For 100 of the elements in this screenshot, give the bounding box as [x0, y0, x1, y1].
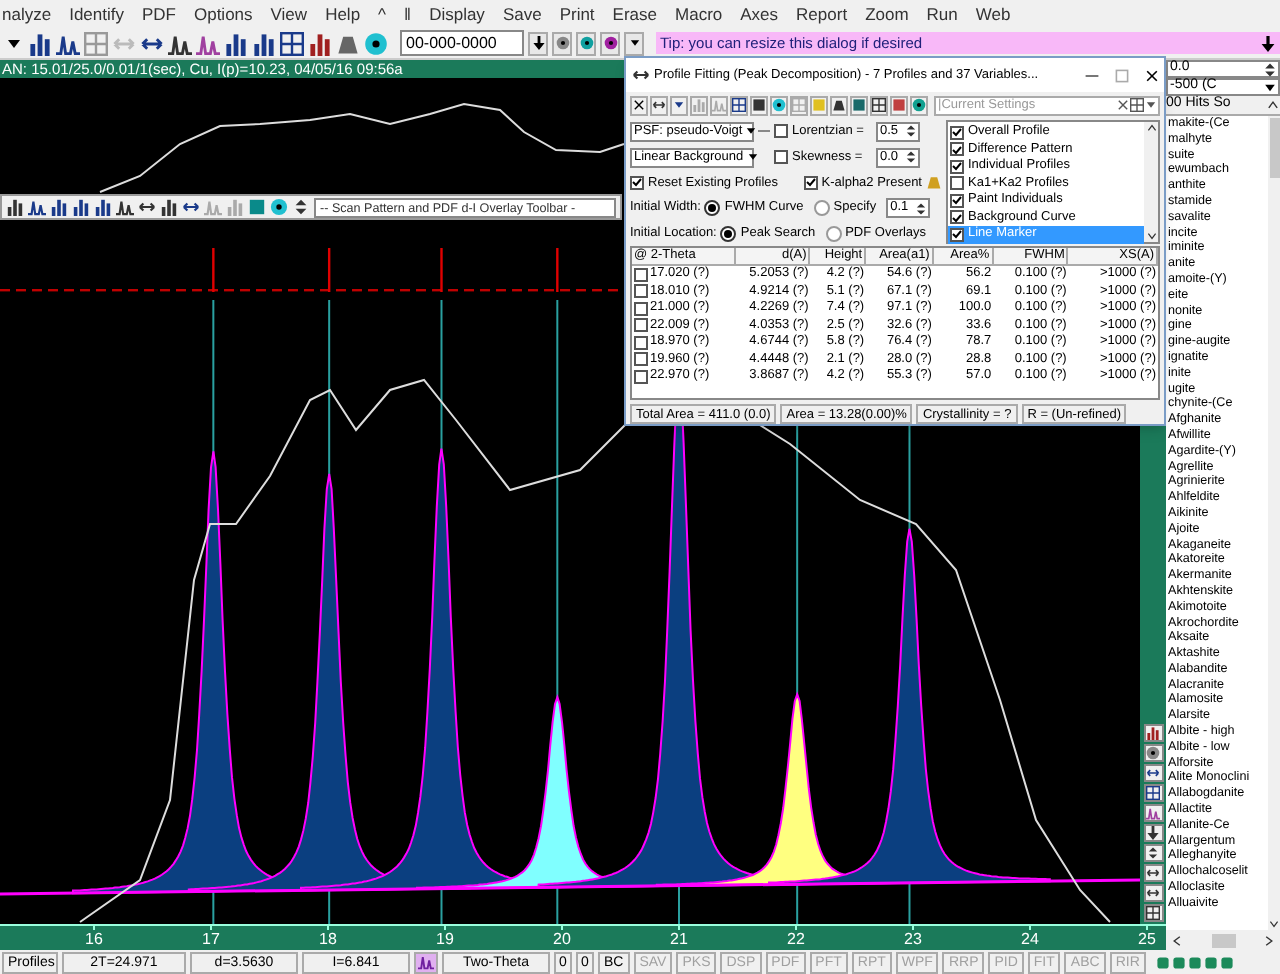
- toolbar-button[interactable]: [650, 95, 668, 115]
- toolbar-button[interactable]: [552, 31, 572, 55]
- checkbox[interactable]: [774, 150, 788, 165]
- checkbox[interactable]: [950, 210, 964, 225]
- checkbox[interactable]: [634, 369, 648, 384]
- peaks-icon: [418, 954, 434, 970]
- menu-item[interactable]: Zoom: [865, 1, 909, 27]
- caret-icon[interactable]: [1144, 98, 1158, 112]
- checkbox[interactable]: [950, 176, 964, 191]
- menu-item[interactable]: Help: [325, 1, 361, 27]
- menu-item[interactable]: View: [270, 1, 308, 27]
- menu-item[interactable]: Macro: [675, 1, 723, 27]
- toolbar-button[interactable]: [1143, 764, 1163, 782]
- menu-item[interactable]: Axes: [740, 1, 779, 27]
- toolbar-button[interactable]: [830, 95, 848, 115]
- spinner-arrows-icon[interactable]: [292, 198, 310, 216]
- checkbox[interactable]: [950, 227, 964, 242]
- menu-item[interactable]: Run: [926, 1, 958, 27]
- checkbox[interactable]: [950, 142, 964, 157]
- toolbar-button[interactable]: [1143, 844, 1163, 862]
- peaks-icon[interactable]: [116, 198, 134, 216]
- toolbar-button[interactable]: [1143, 904, 1163, 922]
- checkbox[interactable]: [630, 175, 644, 190]
- checkbox[interactable]: [634, 352, 648, 367]
- down-arrow-icon[interactable]: [1260, 35, 1276, 51]
- menu-item[interactable]: Erase: [612, 1, 658, 27]
- bar-chart-icon[interactable]: [72, 198, 90, 216]
- checkbox[interactable]: [950, 125, 964, 140]
- menu-item[interactable]: Identify: [69, 1, 124, 27]
- peaks-icon[interactable]: [56, 31, 80, 55]
- double-arrow-icon: [1146, 886, 1160, 900]
- bar-chart-icon[interactable]: [28, 31, 52, 55]
- checkbox[interactable]: [950, 193, 964, 208]
- peaks-icon[interactable]: [196, 31, 220, 55]
- spinner-arrows-icon[interactable]: [1262, 61, 1278, 77]
- menu-item[interactable]: nalyze: [2, 1, 52, 27]
- toolbar-button[interactable]: [630, 95, 648, 115]
- bar-chart-icon[interactable]: [50, 198, 68, 216]
- toolbar-button[interactable]: [1143, 744, 1163, 762]
- menu-item[interactable]: ^: [378, 1, 387, 27]
- scrollbar-thumb[interactable]: [1269, 118, 1279, 178]
- menu-item[interactable]: Options: [193, 1, 253, 27]
- checkbox[interactable]: [803, 175, 818, 190]
- menu-item[interactable]: Web: [975, 1, 1011, 27]
- checkbox[interactable]: [634, 318, 648, 333]
- bar-chart-icon[interactable]: [6, 198, 24, 216]
- menu-item[interactable]: Display: [429, 1, 485, 27]
- toolbar-button[interactable]: [1143, 864, 1163, 882]
- scrollbar-thumb[interactable]: [1211, 933, 1235, 947]
- menu-item[interactable]: ‖: [404, 1, 412, 27]
- menu-item[interactable]: PDF: [141, 1, 176, 27]
- toolbar-button[interactable]: [1143, 724, 1163, 742]
- horizontal-scrollbar[interactable]: [1166, 930, 1280, 950]
- checkbox[interactable]: [634, 301, 648, 316]
- toolbar-button[interactable]: [1143, 784, 1163, 802]
- right-caret-icon[interactable]: [1262, 933, 1276, 947]
- checkbox[interactable]: [950, 159, 964, 174]
- circle-icon[interactable]: [364, 31, 388, 55]
- left-caret-icon[interactable]: [1170, 933, 1184, 947]
- spinner-arrows-icon: [1146, 846, 1160, 860]
- toolbar-button[interactable]: [600, 31, 620, 55]
- bar-chart-icon[interactable]: [224, 31, 248, 55]
- double-arrow-icon[interactable]: [138, 198, 156, 216]
- pdf-number-field[interactable]: 00-000-0000: [400, 30, 524, 56]
- checkbox[interactable]: [774, 124, 788, 139]
- bar-chart-icon[interactable]: [160, 198, 178, 216]
- bar-chart-icon[interactable]: [252, 31, 276, 55]
- toolbar-button[interactable]: [870, 95, 888, 115]
- toolbar-button[interactable]: [528, 31, 548, 55]
- toolbar-button[interactable]: [910, 95, 928, 115]
- menu-item[interactable]: Print: [559, 1, 595, 27]
- peaks-icon[interactable]: [168, 31, 192, 55]
- toolbar-button[interactable]: [1143, 884, 1163, 902]
- checkbox[interactable]: [634, 284, 648, 299]
- radio-button[interactable]: [720, 226, 737, 243]
- double-arrow-icon[interactable]: [182, 198, 200, 216]
- menu-item[interactable]: Report: [796, 1, 848, 27]
- circle-icon[interactable]: [270, 198, 288, 216]
- peaks-icon[interactable]: [28, 198, 46, 216]
- checkbox[interactable]: [634, 335, 648, 350]
- grid-icon[interactable]: [1130, 98, 1144, 112]
- toolbar-button[interactable]: [730, 95, 748, 115]
- peaks-button[interactable]: [414, 951, 438, 973]
- close-icon[interactable]: [1116, 98, 1130, 112]
- bar-chart-icon[interactable]: [308, 31, 332, 55]
- down-caret-icon[interactable]: [1268, 918, 1280, 930]
- bar-chart-icon[interactable]: [94, 198, 112, 216]
- square-icon[interactable]: [248, 198, 266, 216]
- toolbar-button[interactable]: [1143, 824, 1163, 842]
- toolbar-button[interactable]: [750, 95, 768, 115]
- checkbox[interactable]: [634, 267, 648, 282]
- toolbar-button[interactable]: [770, 95, 788, 115]
- radio-button[interactable]: [825, 226, 842, 243]
- radio-button[interactable]: [704, 200, 721, 217]
- grid-icon[interactable]: [280, 31, 304, 55]
- menu-item[interactable]: Save: [502, 1, 542, 27]
- toolbar-button[interactable]: [624, 31, 644, 55]
- toolbar-button[interactable]: [670, 95, 688, 115]
- radio-button[interactable]: [813, 200, 830, 217]
- toolbar-button[interactable]: [576, 31, 596, 55]
